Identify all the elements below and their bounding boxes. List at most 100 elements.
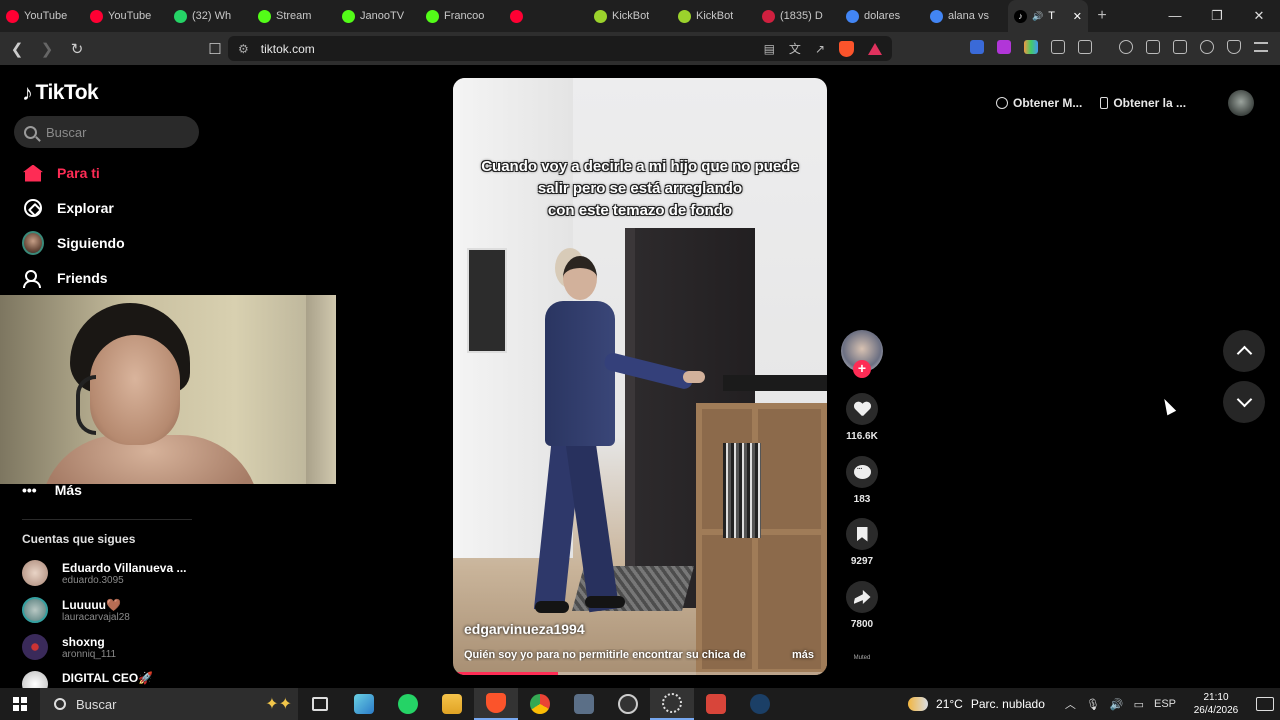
save-button[interactable]: 9297 xyxy=(841,518,883,567)
taskbar-app[interactable] xyxy=(694,688,738,720)
media-icon[interactable] xyxy=(1119,40,1133,54)
taskbar-app[interactable] xyxy=(738,688,782,720)
chevron-up-icon xyxy=(1236,345,1252,362)
followed-account[interactable]: DIGITAL CEO🚀 xyxy=(22,671,192,688)
notifications-icon[interactable] xyxy=(1256,697,1274,711)
color-extension-icon[interactable] xyxy=(1024,40,1038,54)
followed-account[interactable]: Luuuuu🤎 lauracarvajal28 xyxy=(22,597,192,623)
video-progress-bar[interactable] xyxy=(453,672,827,675)
nav-item-siguiendo[interactable]: Siguiendo xyxy=(22,231,125,255)
tab-close-icon[interactable]: ✕ xyxy=(1073,10,1082,23)
tiktok-logo[interactable]: ♪ TikTok xyxy=(22,80,99,106)
comment-button[interactable]: 183 xyxy=(841,456,883,505)
nav-item-mas[interactable]: ••• Más xyxy=(22,482,82,498)
browser-tab[interactable]: JanooTV xyxy=(336,0,420,32)
followed-account[interactable]: Eduardo Villanueva ... eduardo.3095 xyxy=(22,560,192,586)
nav-item-friends[interactable]: Friends xyxy=(22,267,108,289)
clock[interactable]: 21:10 26/4/2026 xyxy=(1186,691,1246,717)
translate-icon[interactable]: 文 xyxy=(789,40,801,57)
site-settings-icon[interactable]: ⚙ xyxy=(238,42,249,56)
weather-widget[interactable]: 21°C Parc. nublado xyxy=(908,697,1045,711)
browser-tab[interactable]: YouTube xyxy=(0,0,84,32)
followed-account[interactable]: shoxng aronniq_111 xyxy=(22,634,192,660)
wallet-icon[interactable] xyxy=(1173,40,1187,54)
chevron-up-icon[interactable]: ︿ xyxy=(1065,696,1076,712)
video-author[interactable]: edgarvinueza1994 xyxy=(464,621,585,637)
nav-item-para-ti[interactable]: Para ti xyxy=(22,162,100,184)
browser-tab[interactable]: alana vs xyxy=(924,0,1008,32)
clock-time: 21:10 xyxy=(1203,692,1229,703)
taskbar-app[interactable] xyxy=(474,688,518,720)
minimize-button[interactable]: — xyxy=(1154,8,1196,24)
reader-mode-icon[interactable]: ▤ xyxy=(764,42,775,56)
taskbar-app[interactable] xyxy=(342,688,386,720)
taskbar-app[interactable] xyxy=(430,688,474,720)
browser-tab[interactable]: dolares xyxy=(840,0,924,32)
sidebar-icon[interactable] xyxy=(1146,40,1160,54)
speaker-icon[interactable]: 🔊 xyxy=(1032,11,1043,22)
extension-icon[interactable] xyxy=(970,40,984,54)
menu-icon[interactable] xyxy=(1254,42,1268,52)
reload-button[interactable]: ↻ xyxy=(64,40,90,58)
volume-icon[interactable]: 🔊 xyxy=(1110,698,1124,711)
like-button[interactable]: 116.6K xyxy=(841,393,883,442)
taskbar-app[interactable] xyxy=(606,688,650,720)
browser-tab[interactable]: (32) Wh xyxy=(168,0,252,32)
close-window-button[interactable]: ✕ xyxy=(1238,8,1280,24)
browser-tab[interactable]: (1835) D xyxy=(756,0,840,32)
search-input[interactable]: Buscar xyxy=(14,116,199,148)
tab-active-tiktok[interactable]: ♪ 🔊 T ✕ xyxy=(1008,0,1088,32)
language-indicator[interactable]: ESP xyxy=(1154,698,1176,710)
browser-tab[interactable]: KickBot xyxy=(588,0,672,32)
forward-button[interactable]: ❯ xyxy=(34,40,60,58)
previous-video-button[interactable] xyxy=(1223,330,1265,372)
network-icon[interactable]: ▭ xyxy=(1134,698,1144,711)
new-tab-button[interactable]: + xyxy=(1088,7,1116,25)
taskbar-app[interactable] xyxy=(386,688,430,720)
browser-tab[interactable]: Francoo xyxy=(420,0,504,32)
browser-tab[interactable]: YouTube xyxy=(84,0,168,32)
system-tray: 21°C Parc. nublado ︿ 🎙 🔊 ▭ ESP 21:10 26/… xyxy=(908,688,1280,720)
brave-rewards-icon[interactable] xyxy=(868,42,882,55)
divider xyxy=(22,519,192,520)
tab-title: YouTube xyxy=(24,10,68,22)
puzzle-icon[interactable] xyxy=(1051,40,1065,54)
download-extension-icon[interactable] xyxy=(997,40,1011,54)
muted-label[interactable]: Muted xyxy=(841,655,883,661)
get-coins-button[interactable]: Obtener M... xyxy=(996,96,1082,110)
get-app-button[interactable]: Obtener la ... xyxy=(1100,96,1186,110)
next-video-button[interactable] xyxy=(1223,381,1265,423)
browser-tab[interactable] xyxy=(504,0,588,32)
back-button[interactable]: ❮ xyxy=(4,40,30,58)
youtube-icon xyxy=(6,9,19,23)
video-player[interactable]: Cuando voy a decirle a mi hijo que no pu… xyxy=(453,78,827,675)
start-button[interactable] xyxy=(0,688,40,720)
webcam-overlay xyxy=(0,295,336,484)
profile-avatar[interactable] xyxy=(1228,90,1254,116)
taskbar-search[interactable]: Buscar ✦✦ xyxy=(40,688,298,720)
vpn-icon[interactable] xyxy=(1227,40,1241,54)
microphone-icon[interactable]: 🎙 xyxy=(1086,698,1100,711)
like-count: 116.6K xyxy=(846,431,878,442)
task-view-button[interactable] xyxy=(298,688,342,720)
weather-temp: 21°C xyxy=(936,697,963,711)
browser-tab[interactable]: KickBot xyxy=(672,0,756,32)
nav-item-explorar[interactable]: Explorar xyxy=(22,197,114,219)
follow-plus-button[interactable]: + xyxy=(853,360,871,378)
brave-icon xyxy=(486,693,506,713)
share-icon[interactable]: ↗ xyxy=(815,42,825,56)
taskbar-app[interactable] xyxy=(650,688,694,720)
share-button[interactable]: 7800 xyxy=(841,581,883,630)
taskbar-app[interactable] xyxy=(518,688,562,720)
more-button[interactable]: más xyxy=(792,649,814,661)
address-bar[interactable]: ⚙ tiktok.com ▤ 文 ↗ xyxy=(228,36,892,61)
leo-ai-icon[interactable] xyxy=(1200,40,1214,54)
browser-tab[interactable]: Stream xyxy=(252,0,336,32)
bookmark-page-button[interactable]: ☐ xyxy=(202,40,228,58)
brave-shields-icon[interactable] xyxy=(839,40,854,57)
account-name: Eduardo Villanueva ... xyxy=(62,560,187,575)
taskbar-app[interactable] xyxy=(562,688,606,720)
maximize-button[interactable]: ❐ xyxy=(1196,8,1238,24)
screenshot-icon[interactable] xyxy=(1078,40,1092,54)
tab-title: (1835) D xyxy=(780,10,823,22)
